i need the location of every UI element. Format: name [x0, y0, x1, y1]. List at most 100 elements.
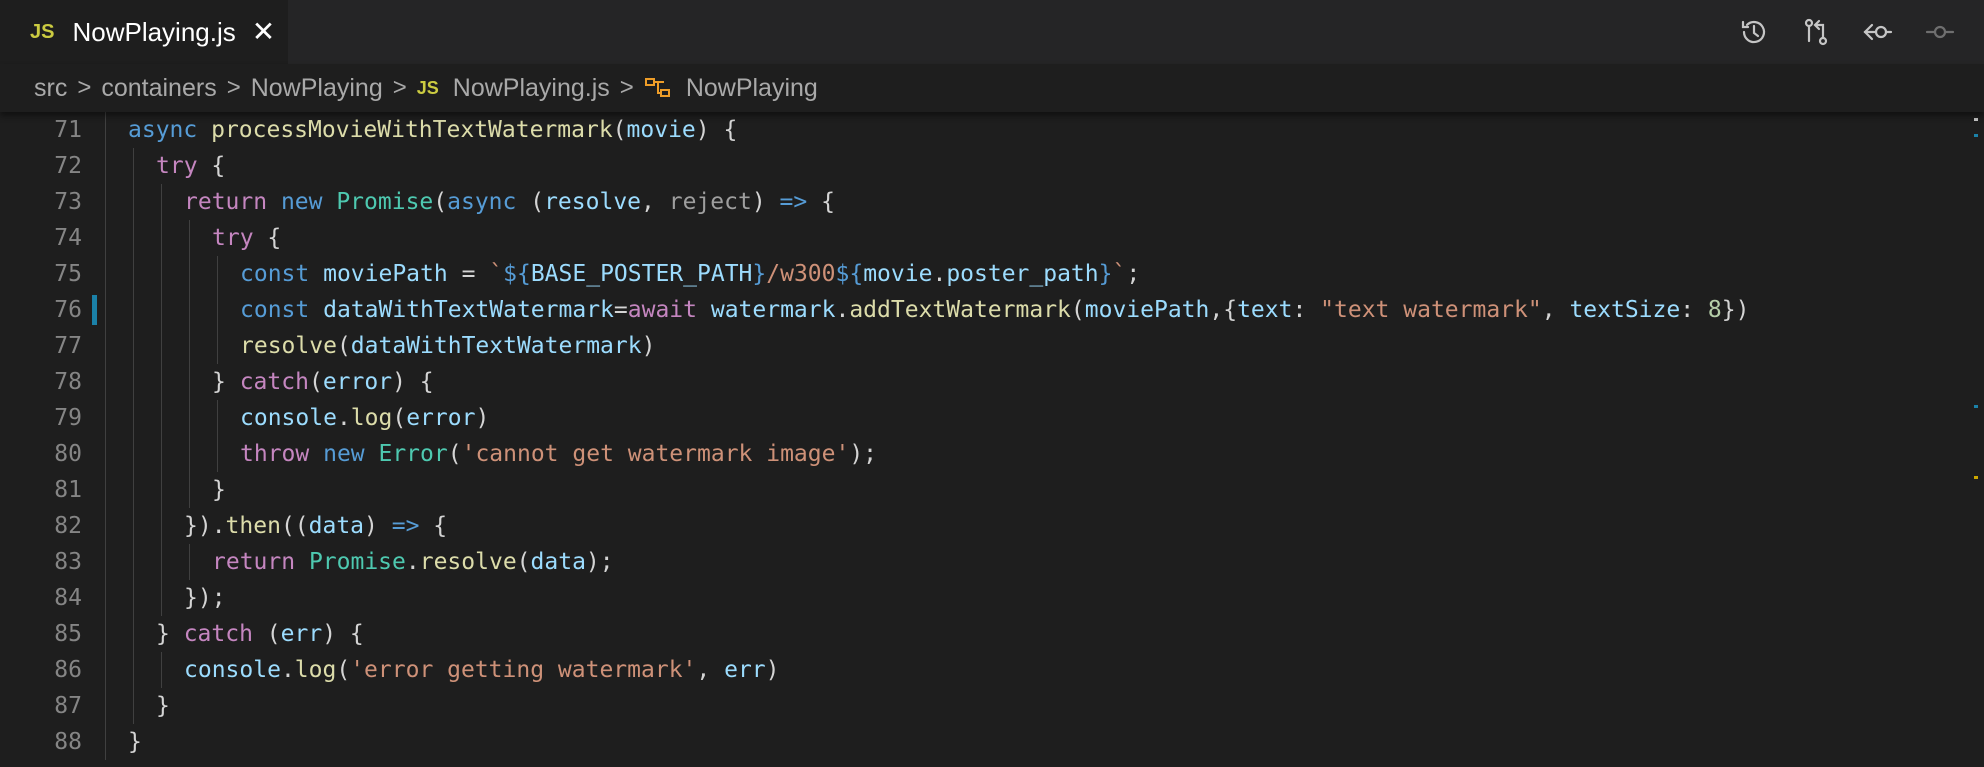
code-token: processMovieWithTextWatermark [211, 117, 613, 143]
code-line[interactable]: 73 return new Promise(async (resolve, rej… [0, 184, 1960, 220]
code-token: , [641, 189, 669, 215]
tab-title: NowPlaying.js [72, 16, 236, 47]
code-token: . [405, 549, 420, 575]
code-line[interactable]: 83 return Promise.resolve(data); [0, 544, 1960, 580]
code-line[interactable]: 79 console.log(error) [0, 400, 1960, 436]
code-line[interactable]: 85} catch (err) { [0, 616, 1960, 652]
breadcrumb-item-src[interactable]: src [34, 74, 67, 103]
code-token: async [128, 117, 212, 143]
code-text: } catch (err) { [156, 621, 364, 647]
indent-guide [105, 328, 106, 364]
code-editor[interactable]: 71 async processMovieWithTextWatermark(mo… [0, 112, 1984, 767]
breadcrumb-symbol-label: NowPlaying [685, 73, 818, 102]
indent-guide [105, 436, 106, 472]
code-token: ` [489, 261, 504, 287]
indent-guide [105, 220, 106, 256]
code-text: throw new Error('cannot get watermark im… [240, 441, 877, 467]
code-token: resolve [240, 333, 337, 359]
line-number: 83 [54, 549, 82, 575]
code-token: Error [378, 441, 448, 467]
indent-guide [161, 364, 162, 400]
code-line[interactable]: 80 throw new Error('cannot get watermark … [0, 436, 1960, 472]
code-line[interactable]: 81} [0, 472, 1960, 508]
code-line[interactable]: 86 console.log('error getting watermark',… [0, 652, 1960, 688]
code-line[interactable]: 76 const dataWithTextWatermark=await wate… [0, 292, 1960, 328]
code-line[interactable]: 88} [0, 724, 1960, 760]
code-token: ( [447, 441, 462, 467]
code-line[interactable]: 87} [0, 688, 1960, 724]
code-token: } [156, 693, 170, 719]
indent-guide [161, 652, 162, 688]
code-token: await [627, 297, 711, 323]
code-token: error [406, 405, 476, 431]
code-token: } [128, 729, 142, 755]
line-number: 79 [54, 405, 82, 431]
indent-guide [105, 724, 106, 760]
commit-icon[interactable] [1922, 14, 1958, 50]
code-line[interactable]: 71 async processMovieWithTextWatermark(mo… [0, 112, 1960, 148]
code-token: , [696, 657, 725, 683]
tab-nowplaying[interactable]: JS NowPlaying.js ✕ [0, 0, 288, 64]
code-token: text [1237, 297, 1293, 323]
code-token: } [156, 621, 184, 647]
code-token: reject [668, 189, 752, 215]
code-text: console.log('error getting watermark', e… [184, 657, 780, 683]
code-line[interactable]: 75 const moviePath = `${BASE_POSTER_PATH}… [0, 256, 1960, 292]
indent-guide [189, 364, 190, 400]
indent-guide [105, 616, 106, 652]
code-line[interactable]: 77 resolve(dataWithTextWatermark) [0, 328, 1960, 364]
code-token: then [225, 513, 281, 539]
code-token: ( [308, 369, 323, 395]
code-token: ( [392, 405, 407, 431]
editor-actions [1736, 14, 1984, 50]
indent-guide [217, 256, 218, 292]
indent-guide [133, 616, 134, 652]
code-token: 8 [1707, 297, 1722, 323]
chevron-right-icon: > [226, 74, 241, 101]
code-token: ${ [503, 261, 531, 287]
line-number: 87 [54, 693, 82, 719]
code-token: } [752, 261, 767, 287]
indent-guide [105, 112, 106, 148]
code-token: ; [1126, 261, 1141, 287]
indent-guide [133, 256, 134, 292]
code-token: } [1098, 261, 1113, 287]
breadcrumb-item-nowplaying-folder[interactable]: NowPlaying [251, 74, 383, 103]
code-token: } [212, 477, 226, 503]
indent-guide [161, 184, 162, 220]
code-token: new [323, 441, 379, 467]
open-changes-icon[interactable] [1860, 14, 1896, 50]
indent-guide [105, 544, 106, 580]
indent-guide [189, 436, 190, 472]
breadcrumb-item-containers[interactable]: containers [101, 74, 216, 103]
code-line[interactable]: 82}).then((data) => { [0, 508, 1960, 544]
indent-guide [161, 580, 162, 616]
code-token: movie [626, 117, 696, 143]
indent-guide [161, 292, 162, 328]
history-icon[interactable] [1736, 14, 1772, 50]
breadcrumb-item-symbol[interactable]: NowPlaying [644, 74, 818, 103]
code-line[interactable]: 74 try { [0, 220, 1960, 256]
indent-guide [105, 148, 106, 184]
code-token: return [212, 549, 309, 575]
overview-ruler[interactable] [1968, 112, 1984, 767]
code-token: ( [530, 189, 545, 215]
code-line[interactable]: 84}); [0, 580, 1960, 616]
close-icon[interactable]: ✕ [252, 18, 275, 46]
compare-changes-icon[interactable] [1798, 14, 1834, 50]
indent-guide [105, 400, 106, 436]
code-token: 'error getting watermark' [350, 657, 697, 683]
code-text: return Promise.resolve(data); [212, 549, 614, 575]
indent-guide [189, 256, 190, 292]
code-line[interactable]: 78} catch(error) { [0, 364, 1960, 400]
modified-line-indicator[interactable] [92, 295, 97, 325]
code-token: error [322, 369, 393, 395]
breadcrumb-item-file[interactable]: JS NowPlaying.js [417, 74, 610, 103]
code-token: ( [336, 657, 351, 683]
code-token: } [212, 369, 240, 395]
code-text: try { [212, 225, 281, 251]
code-line[interactable]: 72 try { [0, 148, 1960, 184]
code-token: async [447, 189, 531, 215]
line-number: 72 [54, 153, 82, 179]
code-token: ) [364, 513, 392, 539]
